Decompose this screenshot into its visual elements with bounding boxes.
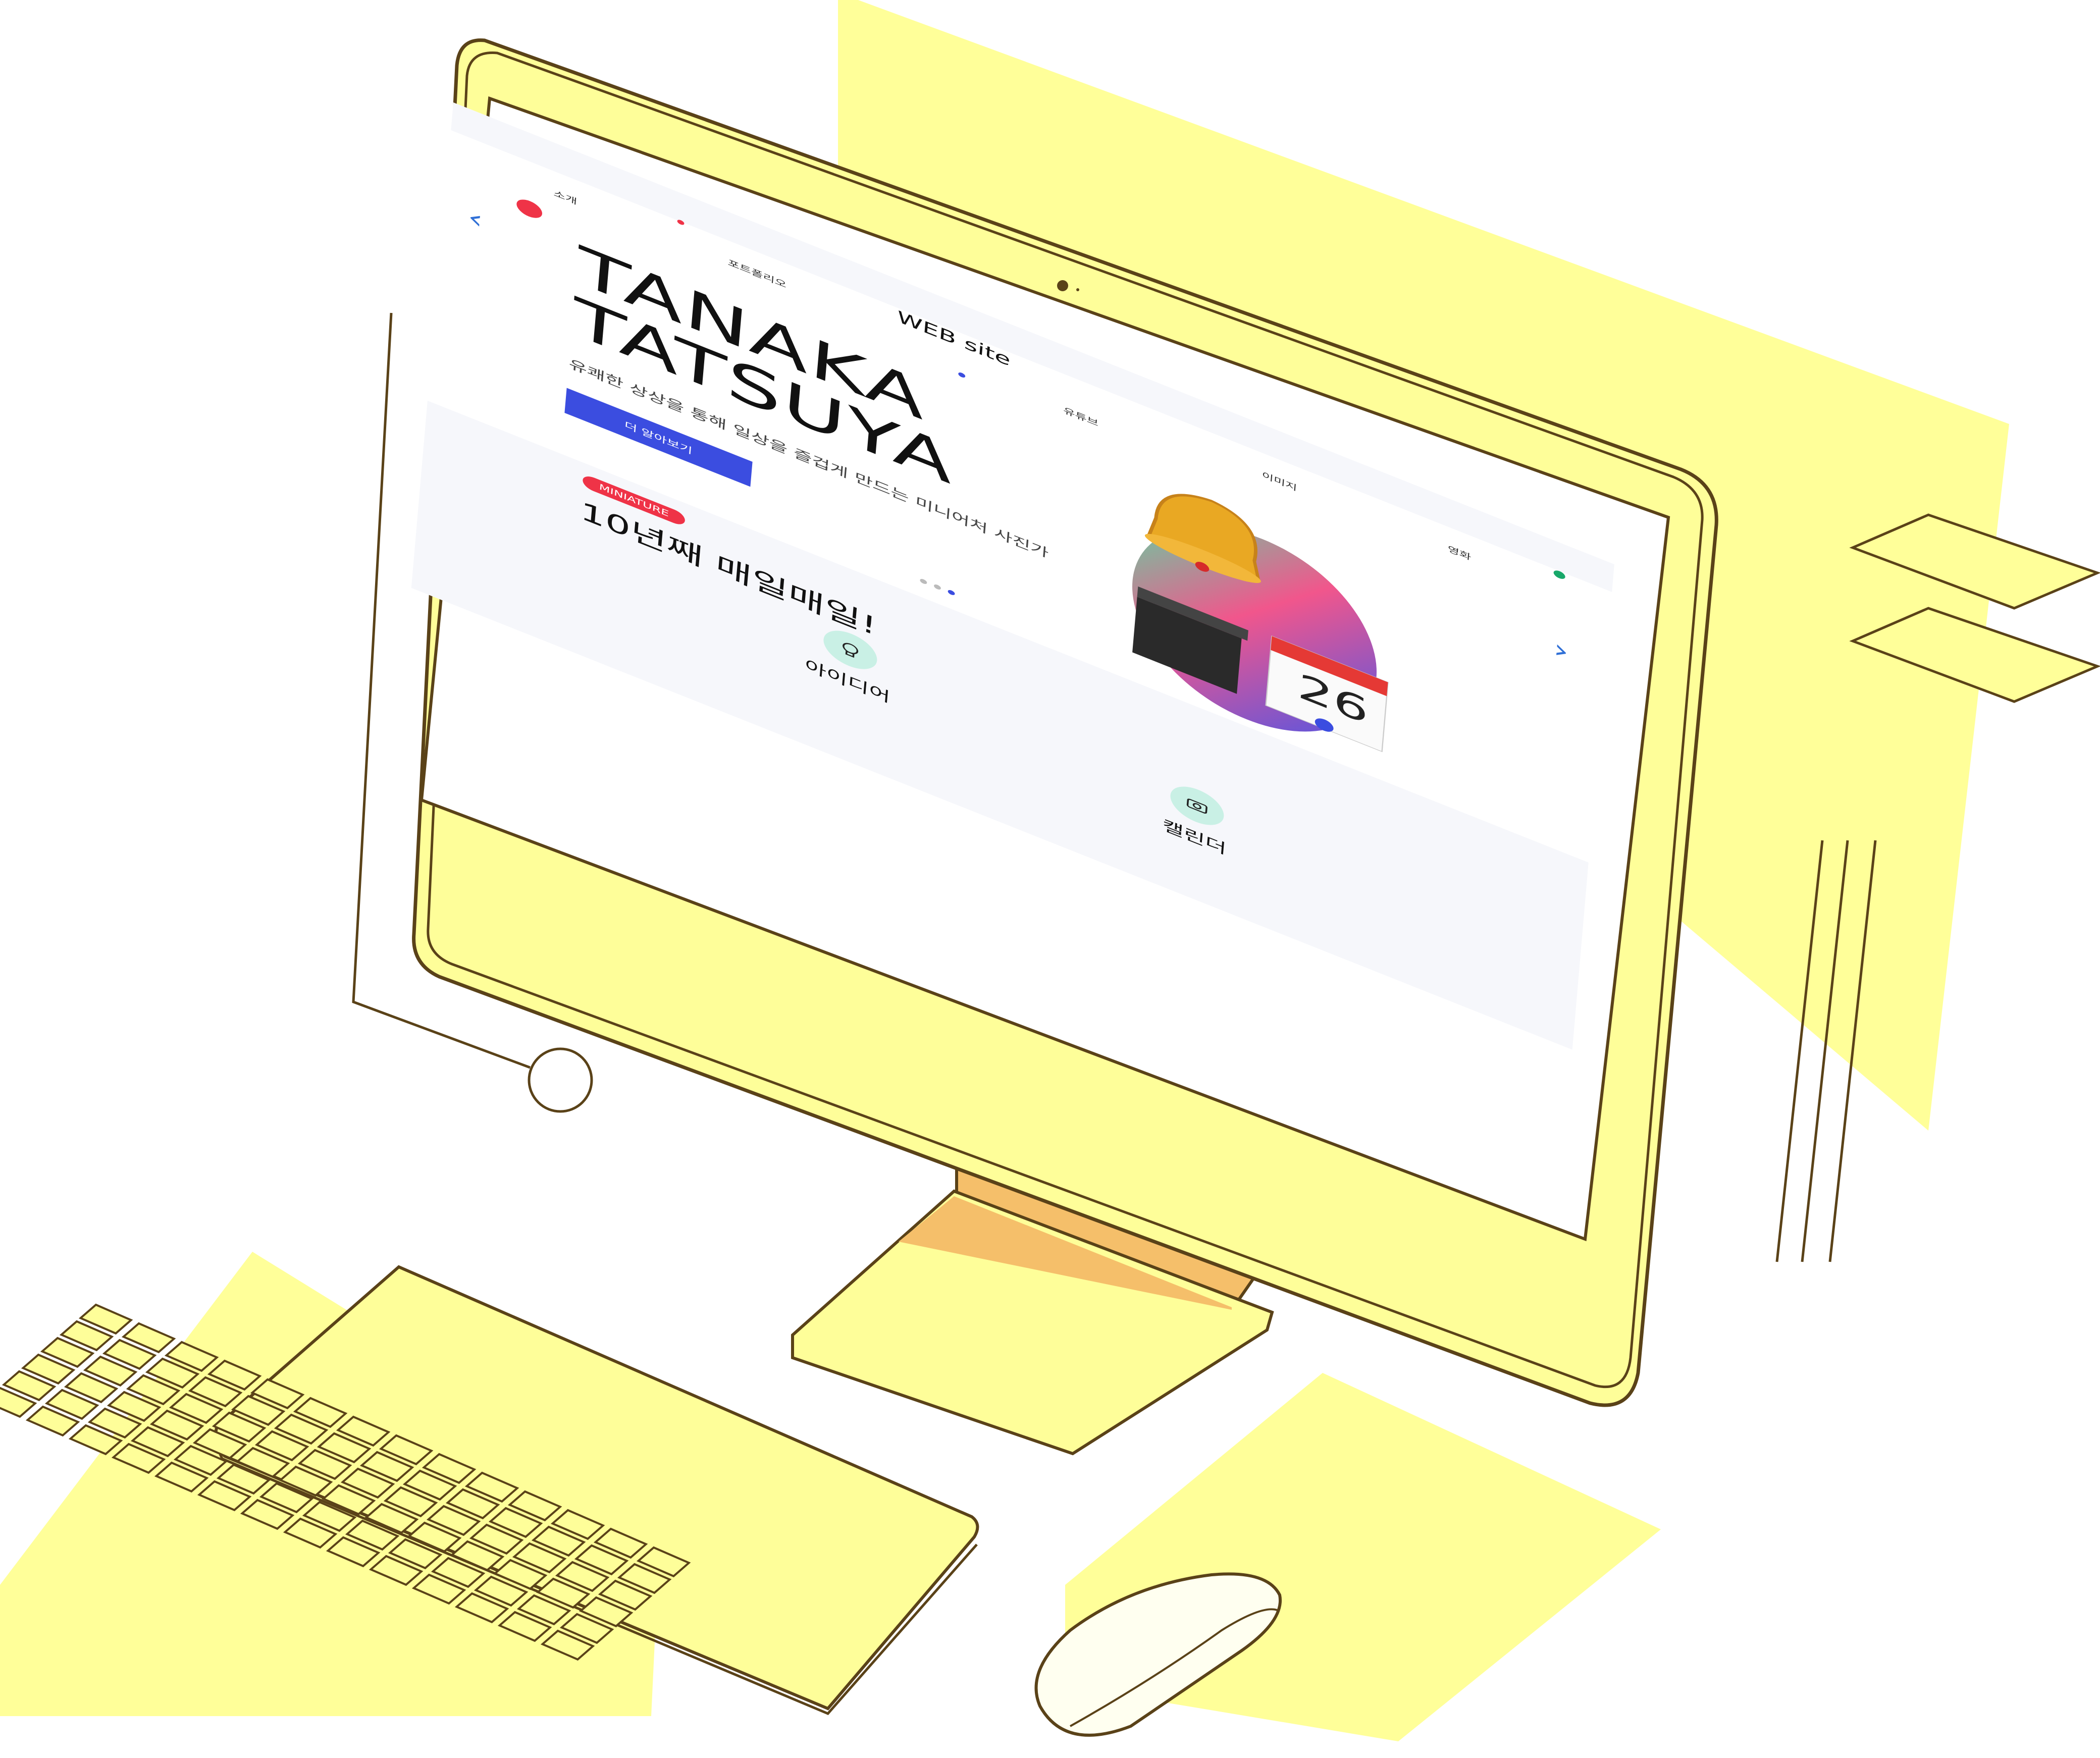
next-arrow-icon[interactable]: › xyxy=(1552,633,1570,667)
screen-area: 소개 포트폴리오 유튜브 이미지 영화 WEB site ‹ › TANAKA … xyxy=(0,0,2100,1758)
website-page: 소개 포트폴리오 유튜브 이미지 영화 WEB site ‹ › TANAKA … xyxy=(411,102,1615,1050)
prev-arrow-icon[interactable]: ‹ xyxy=(466,202,485,236)
